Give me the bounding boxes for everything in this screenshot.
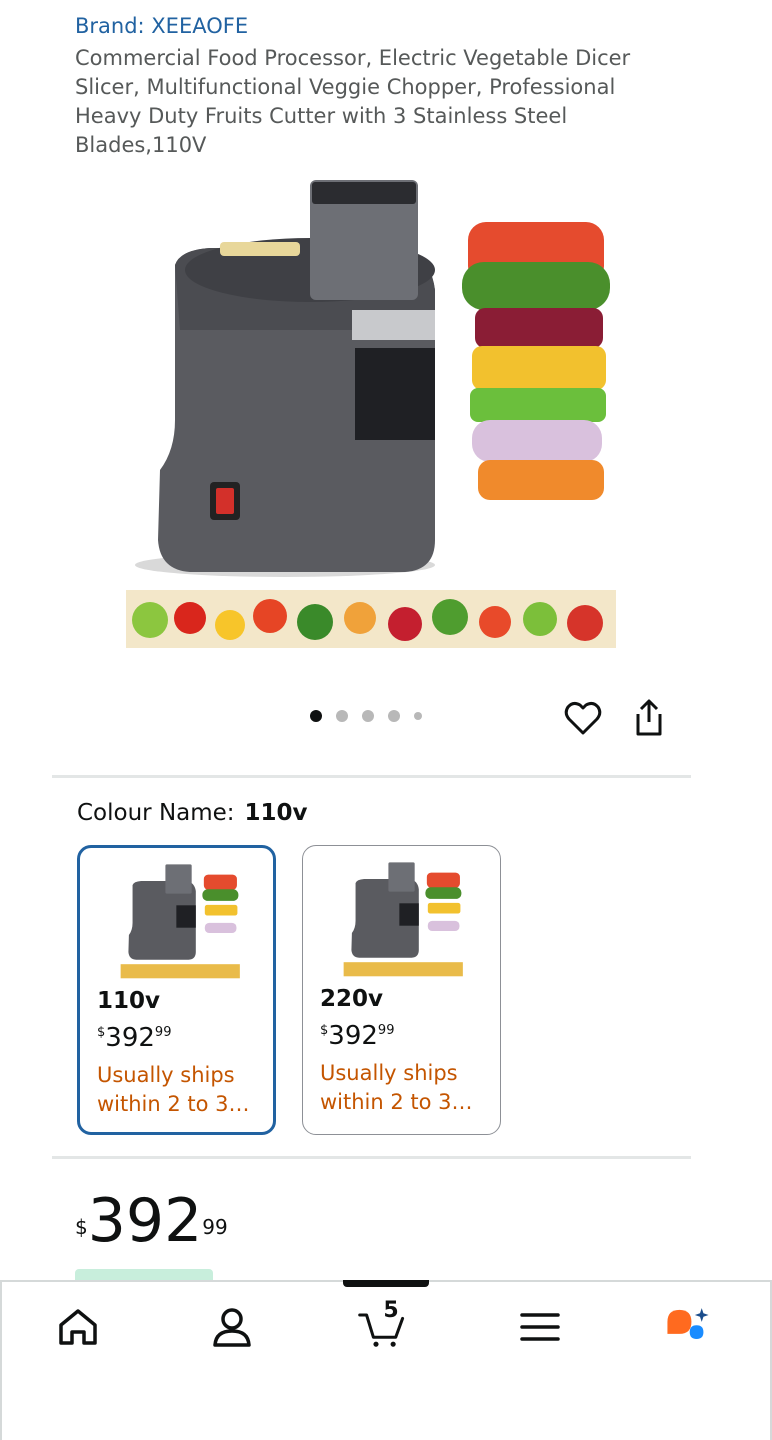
- price-fraction: 99: [202, 1215, 228, 1239]
- share-icon[interactable]: [630, 698, 668, 738]
- price-currency: $: [75, 1215, 88, 1239]
- variant-name: 110v: [97, 988, 161, 1014]
- section-divider: [52, 775, 691, 778]
- variant-shipping: Usually ships within 2 to 3…: [97, 1063, 250, 1116]
- product-image[interactable]: [120, 170, 620, 655]
- variant-price: $39299: [97, 1023, 172, 1053]
- account-icon[interactable]: [208, 1303, 256, 1351]
- vegetable-stack-illustration: [462, 222, 610, 500]
- carousel-dot[interactable]: [388, 710, 400, 722]
- variant-shipping: Usually ships within 2 to 3…: [320, 1061, 473, 1114]
- cart-count-badge: 5: [383, 1298, 399, 1323]
- image-carousel-dots[interactable]: [310, 710, 422, 722]
- section-divider: [52, 1156, 691, 1159]
- variant-label-row: Colour Name: 110v: [77, 800, 308, 826]
- carousel-dot[interactable]: [310, 710, 322, 722]
- carousel-dot[interactable]: [414, 712, 422, 720]
- variant-option-220v[interactable]: 220v $39299 Usually ships within 2 to 3…: [302, 845, 501, 1135]
- price-whole: 392: [87, 1186, 203, 1256]
- produce-strip-illustration: [126, 590, 616, 648]
- variant-thumbnail: [120, 864, 240, 979]
- variant-name: 220v: [320, 986, 384, 1012]
- rufus-icon[interactable]: [664, 1303, 712, 1351]
- food-processor-illustration: [135, 180, 435, 577]
- nav-active-indicator: [343, 1280, 429, 1287]
- heart-icon[interactable]: [563, 698, 603, 738]
- menu-icon[interactable]: [516, 1303, 564, 1351]
- carousel-dot[interactable]: [362, 710, 374, 722]
- brand-link[interactable]: Brand: XEEAOFE: [75, 14, 248, 38]
- variant-label: Colour Name:: [77, 800, 235, 826]
- variant-thumbnail: [343, 862, 463, 977]
- variant-option-110v[interactable]: 110v $39299 Usually ships within 2 to 3…: [77, 845, 276, 1135]
- variant-selected-value: 110v: [244, 800, 308, 826]
- carousel-dot[interactable]: [336, 710, 348, 722]
- variant-price: $39299: [320, 1021, 395, 1051]
- product-title: Commercial Food Processor, Electric Vege…: [75, 46, 631, 157]
- home-icon[interactable]: [54, 1303, 102, 1351]
- product-price: $39299: [75, 1188, 228, 1254]
